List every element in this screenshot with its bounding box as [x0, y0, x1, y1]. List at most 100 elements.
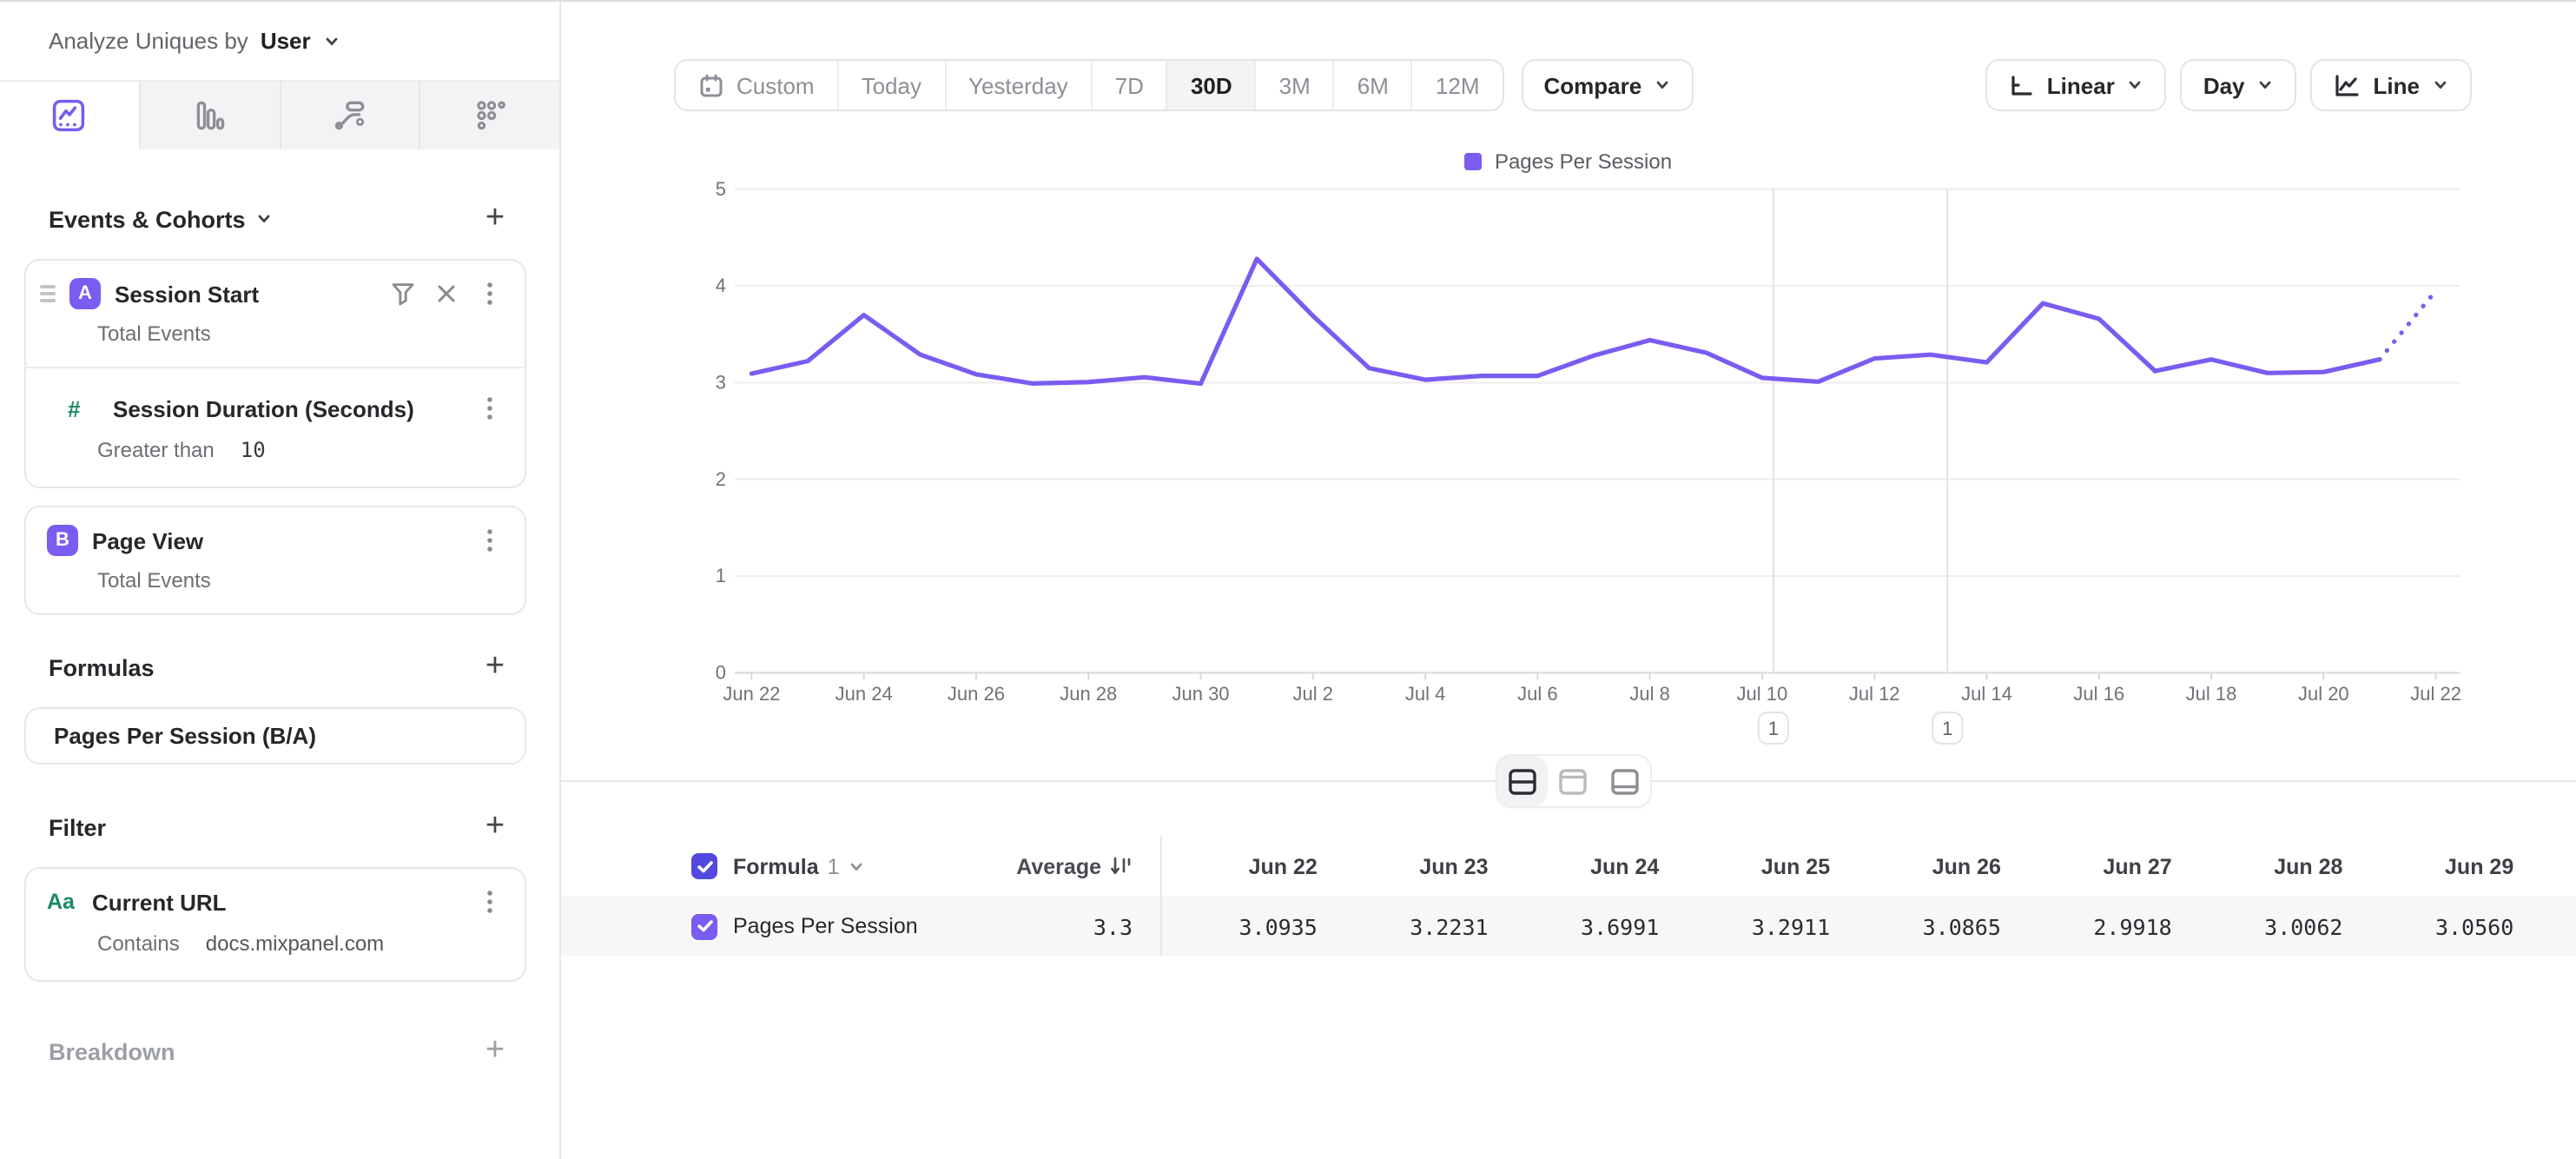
event-row[interactable]: B Page View — [26, 507, 525, 558]
date-column-header[interactable]: Jun 29 — [2358, 854, 2529, 878]
x-axis-label: Jul 20 — [2298, 683, 2349, 705]
layout-toggle-group — [1497, 756, 1650, 806]
compare-button[interactable]: Compare — [1522, 59, 1694, 111]
legend-label[interactable]: Pages Per Session — [1495, 149, 1672, 174]
split-view-icon — [1508, 767, 1537, 795]
date-range-segmented-control: Custom Today Yesterday 7D 30D 3M 6M 12M — [674, 59, 1504, 111]
property-row[interactable]: # Session Duration (Seconds) — [26, 368, 525, 426]
retention-icon — [472, 97, 508, 134]
event-options-button[interactable] — [474, 279, 504, 308]
event-measure[interactable]: Total Events — [97, 321, 504, 346]
remove-event-button[interactable] — [431, 279, 460, 308]
line-chart-icon — [2334, 72, 2361, 98]
add-breakdown-button[interactable]: + — [476, 1032, 514, 1070]
query-builder-sidebar: Analyze Uniques by User — [0, 2, 561, 1159]
property-operator[interactable]: Greater than — [97, 438, 215, 462]
date-value-cell: 3.2911 — [1674, 913, 1846, 939]
insights-report: Analyze Uniques by User — [0, 0, 2576, 1159]
series-line-incomplete[interactable] — [2380, 291, 2436, 360]
date-range-toolbar: Custom Today Yesterday 7D 30D 3M 6M 12M … — [674, 59, 1694, 111]
add-formula-button[interactable]: + — [476, 648, 514, 686]
average-column-header[interactable]: Average — [1016, 854, 1133, 878]
tab-retention[interactable] — [419, 82, 560, 149]
event-row[interactable]: A Session Start — [26, 261, 525, 311]
property-name[interactable]: Session Duration (Seconds) — [113, 395, 460, 421]
table-view-icon — [1610, 767, 1640, 795]
event-letter-badge: B — [47, 525, 78, 556]
report-main: Custom Today Yesterday 7D 30D 3M 6M 12M … — [561, 2, 2576, 1159]
range-30d[interactable]: 30D — [1166, 61, 1255, 109]
date-column-header[interactable]: Jun 23 — [1333, 854, 1504, 878]
range-7d[interactable]: 7D — [1091, 61, 1166, 109]
date-column-header[interactable]: Jun 27 — [2017, 854, 2188, 878]
chart-type-button[interactable]: Line — [2311, 59, 2472, 111]
range-today[interactable]: Today — [837, 61, 944, 109]
analyze-value-dropdown[interactable]: User — [261, 28, 311, 54]
property-value[interactable]: 10 — [241, 438, 266, 462]
range-custom[interactable]: Custom — [676, 61, 837, 109]
events-section-title[interactable]: Events & Cohorts — [49, 206, 246, 232]
filter-event-button[interactable] — [387, 279, 417, 308]
range-6m[interactable]: 6M — [1333, 61, 1411, 109]
formula-field[interactable]: Pages Per Session (B/A) — [24, 707, 526, 765]
y-axis-label: 4 — [716, 275, 726, 296]
event-name[interactable]: Page View — [92, 527, 460, 553]
chevron-down-icon — [2127, 76, 2144, 94]
analyze-header: Analyze Uniques by User — [0, 2, 559, 82]
range-12m[interactable]: 12M — [1411, 61, 1503, 109]
scale-button[interactable]: Linear — [1986, 59, 2167, 111]
filter-operator[interactable]: Contains — [97, 931, 180, 956]
add-event-button[interactable]: + — [476, 200, 514, 238]
series-selector[interactable]: Formula 1 — [733, 854, 1001, 878]
x-axis-label: Jul 10 — [1737, 683, 1788, 705]
event-options-button[interactable] — [474, 526, 504, 555]
event-name[interactable]: Session Start — [115, 281, 373, 307]
layout-split-toggle[interactable] — [1497, 756, 1549, 806]
layout-table-toggle[interactable] — [1599, 756, 1650, 806]
insights-icon — [51, 97, 88, 134]
tab-flows[interactable] — [279, 82, 419, 149]
chevron-down-icon — [2432, 76, 2449, 94]
date-column-header[interactable]: Jun 25 — [1674, 854, 1846, 878]
select-all-checkbox[interactable] — [691, 853, 717, 879]
annotation-chip-label: 1 — [1942, 718, 1952, 739]
report-type-tabs — [0, 82, 559, 149]
series-line[interactable] — [751, 259, 2380, 384]
flow-icon — [332, 97, 368, 134]
date-value-cell: 3.0935 — [1162, 913, 1333, 939]
date-value-cell: 3.0560 — [2358, 913, 2529, 939]
event-card-session-start: A Session Start Total Events # — [24, 259, 526, 488]
chevron-down-icon — [2257, 76, 2275, 94]
filter-row[interactable]: Aa Current URL — [26, 869, 525, 919]
events-section-header: Events & Cohorts + — [0, 202, 559, 236]
filter-property-name[interactable]: Current URL — [92, 889, 460, 915]
string-property-icon: Aa — [47, 890, 78, 914]
add-filter-button[interactable]: + — [476, 808, 514, 846]
row-checkbox[interactable] — [691, 913, 717, 939]
date-column-header[interactable]: Jun 24 — [1504, 854, 1675, 878]
date-column-header[interactable]: Jun 28 — [2188, 854, 2359, 878]
table-data-row[interactable]: Pages Per Session 3.3 3.09353.22313.6991… — [561, 897, 2576, 956]
date-column-header[interactable]: Jun 26 — [1846, 854, 2017, 878]
range-3m[interactable]: 3M — [1255, 61, 1333, 109]
analyze-label: Analyze Uniques by — [49, 28, 248, 54]
x-axis-label: Jul 14 — [1961, 683, 2012, 705]
line-chart[interactable]: 012345Jun 22Jun 24Jun 26Jun 28Jun 30Jul … — [561, 176, 2576, 775]
filter-value[interactable]: docs.mixpanel.com — [206, 931, 384, 956]
filter-options-button[interactable] — [474, 887, 504, 917]
range-yesterday[interactable]: Yesterday — [944, 61, 1091, 109]
event-measure[interactable]: Total Events — [97, 568, 504, 593]
y-axis-label: 1 — [716, 565, 726, 586]
property-options-button[interactable] — [474, 394, 504, 423]
linear-scale-icon — [2009, 72, 2035, 98]
tab-insights[interactable] — [0, 82, 139, 149]
drag-handle-icon[interactable] — [40, 286, 56, 302]
formulas-section-header: Formulas + — [0, 650, 559, 685]
interval-button[interactable]: Day — [2181, 59, 2297, 111]
tab-funnels[interactable] — [139, 82, 280, 149]
event-card-page-view: B Page View Total Events — [24, 506, 526, 615]
layout-chart-toggle[interactable] — [1549, 756, 1600, 806]
date-column-header[interactable]: Jun 22 — [1162, 854, 1333, 878]
y-axis-label: 5 — [716, 178, 726, 200]
row-average-value: 3.3 — [1093, 913, 1133, 939]
